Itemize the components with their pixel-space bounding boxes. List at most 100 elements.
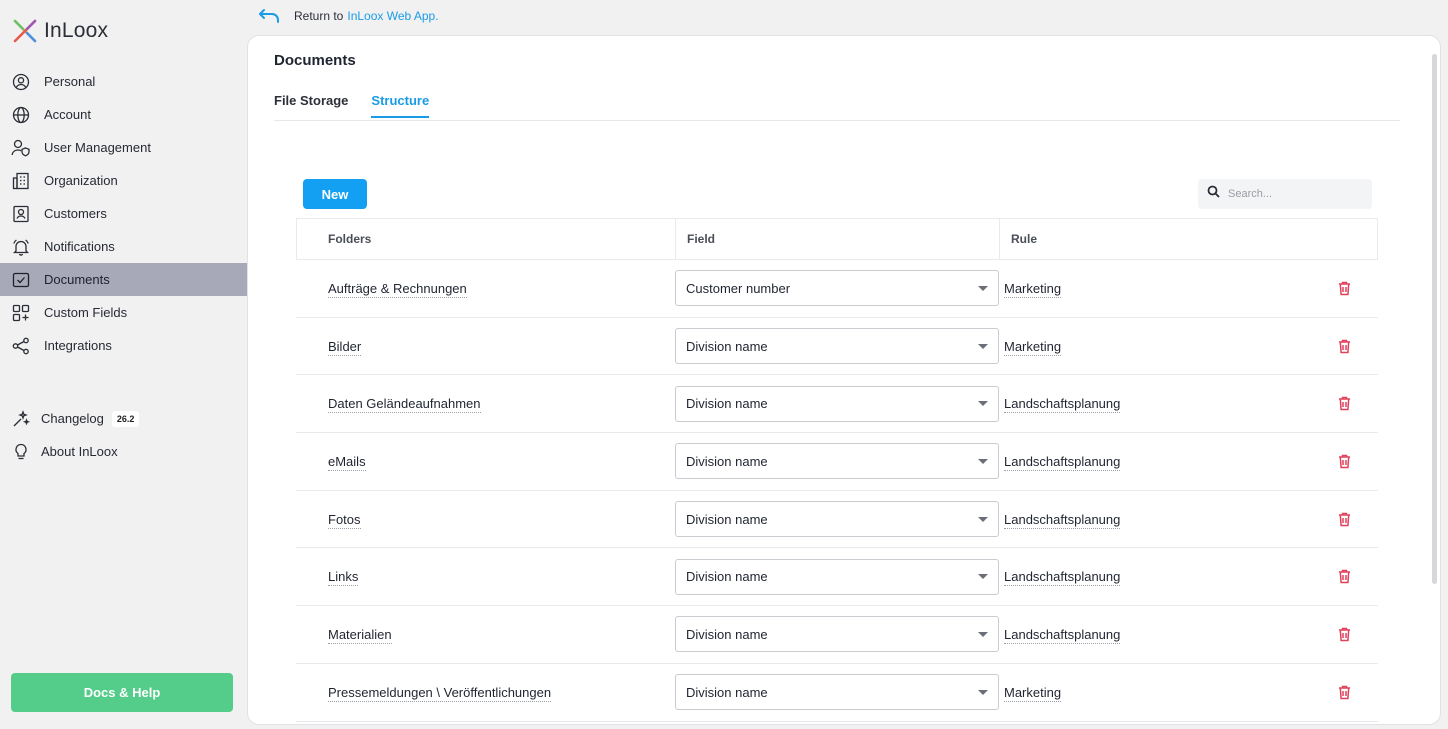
new-button[interactable]: New [303,179,367,209]
tab-divider [274,120,1400,121]
sidebar-item-account[interactable]: Account [0,98,247,131]
inloox-logo[interactable]: InLoox [12,18,108,44]
trash-icon [1338,627,1350,642]
sidebar-item-notifications[interactable]: Notifications [0,230,247,263]
trash-icon [1338,339,1350,353]
field-select[interactable]: Division name [675,674,999,711]
field-value: Division name [686,684,768,700]
bell-icon [11,237,31,257]
field-select[interactable]: Division name [675,616,999,653]
table-row: Aufträge & Rechnungen Customer number Ma… [296,260,1378,318]
sidebar-item-about[interactable]: About InLoox [0,435,247,468]
delete-row-button[interactable] [1334,509,1354,529]
field-value: Division name [686,396,768,412]
delete-row-button[interactable] [1334,624,1354,644]
sidebar-item-organization[interactable]: Organization [0,164,247,197]
sidebar-item-changelog[interactable]: Changelog 26.2 [0,402,247,435]
sidebar-item-personal[interactable]: Personal [0,65,247,98]
trash-icon [1338,570,1350,584]
rule-value[interactable]: Landschaftsplanung [1004,453,1121,471]
field-select[interactable]: Division name [675,328,999,365]
folder-cell: Fotos [296,511,675,529]
rule-value[interactable]: Landschaftsplanung [1004,569,1121,587]
return-to-web-app[interactable]: Return to InLoox Web App. [258,7,439,25]
sidebar-item-customers[interactable]: Customers [0,197,247,230]
chevron-down-icon [978,516,988,522]
folder-name: eMails [328,453,366,471]
rule-value[interactable]: Marketing [1004,684,1062,702]
share-nodes-icon [11,336,31,356]
sidebar-item-custom-fields[interactable]: Custom Fields [0,296,247,329]
rule-value[interactable]: Landschaftsplanung [1004,396,1121,414]
tab-structure[interactable]: Structure [371,93,430,118]
logo-text: InLoox [44,19,109,42]
sidebar-item-label: Documents [44,272,110,287]
rule-value[interactable]: Landschaftsplanung [1004,626,1121,644]
sidebar-item-label: Organization [44,173,118,188]
folder-cell: eMails [296,453,675,471]
rule-value[interactable]: Marketing [1004,338,1062,356]
chevron-down-icon [978,689,988,695]
table-row: Fotos Division name Landschaftsplanung [296,491,1378,549]
sidebar-item-label: Integrations [44,338,112,353]
return-arrow-icon [258,8,282,24]
folders-table: Folders Field Rule Aufträge & Rechnungen… [296,218,1378,722]
field-select[interactable]: Division name [675,385,999,422]
folder-cell: Materialien [296,626,675,644]
trash-icon [1338,396,1350,411]
delete-row-button[interactable] [1334,682,1354,702]
rule-cell: Landschaftsplanung [999,453,1334,471]
table-row: Links Division name Landschaftsplanung [296,548,1378,607]
sidebar-nav: Personal Account User Management Organiz… [0,65,247,362]
tab-bar: File Storage Structure [274,93,430,118]
rule-cell: Landschaftsplanung [999,511,1334,529]
rule-value[interactable]: Marketing [1004,280,1062,298]
table-header: Folders Field Rule [296,218,1378,260]
sidebar-secondary-nav: Changelog 26.2 About InLoox [0,402,247,468]
version-badge: 26.2 [111,410,140,427]
header-rule: Rule [1011,232,1038,246]
sidebar-item-label: About InLoox [41,444,118,459]
sidebar: InLoox Personal Account User Management … [0,0,247,729]
header-folders: Folders [297,219,676,259]
folder-cell: Links [296,569,675,587]
search-box[interactable] [1198,179,1372,209]
delete-row-button[interactable] [1334,278,1354,298]
field-select[interactable]: Division name [675,443,999,480]
lightbulb-icon [11,442,31,462]
sidebar-item-documents[interactable]: Documents [0,263,247,296]
delete-row-button[interactable] [1334,567,1354,587]
sidebar-item-integrations[interactable]: Integrations [0,329,247,362]
delete-row-button[interactable] [1334,336,1354,356]
trash-icon [1338,685,1350,699]
header-field: Field [676,219,1000,259]
field-value: Division name [686,453,768,469]
folder-cell: Pressemeldungen \ Veröffentlichungen [296,684,675,702]
scrollbar[interactable] [1432,54,1437,584]
table-row: Pressemeldungen \ Veröffentlichungen Div… [296,664,1378,722]
chevron-down-icon [978,343,988,349]
page-title: Documents [274,52,356,69]
sidebar-item-label: User Management [44,140,151,155]
search-input[interactable] [1228,188,1368,200]
field-select[interactable]: Division name [675,501,999,538]
tab-file-storage[interactable]: File Storage [274,93,348,118]
rule-cell: Marketing [999,280,1334,298]
user-shield-icon [11,138,31,158]
table-row: eMails Division name Landschaftsplanung [296,433,1378,491]
docs-help-button[interactable]: Docs & Help [11,673,233,712]
return-link[interactable]: InLoox Web App. [347,9,438,23]
delete-row-button[interactable] [1334,394,1354,414]
field-select[interactable]: Division name [675,558,999,595]
folder-name: Links [328,569,359,587]
sidebar-item-label: Changelog [41,411,104,426]
chevron-down-icon [978,631,988,637]
sidebar-item-user-management[interactable]: User Management [0,131,247,164]
delete-row-button[interactable] [1334,451,1354,471]
rule-value[interactable]: Landschaftsplanung [1004,511,1121,529]
trash-icon [1338,512,1350,526]
folder-cell: Bilder [296,338,675,356]
field-value: Customer number [686,280,791,296]
chevron-down-icon [978,458,988,464]
field-select[interactable]: Customer number [675,270,999,307]
